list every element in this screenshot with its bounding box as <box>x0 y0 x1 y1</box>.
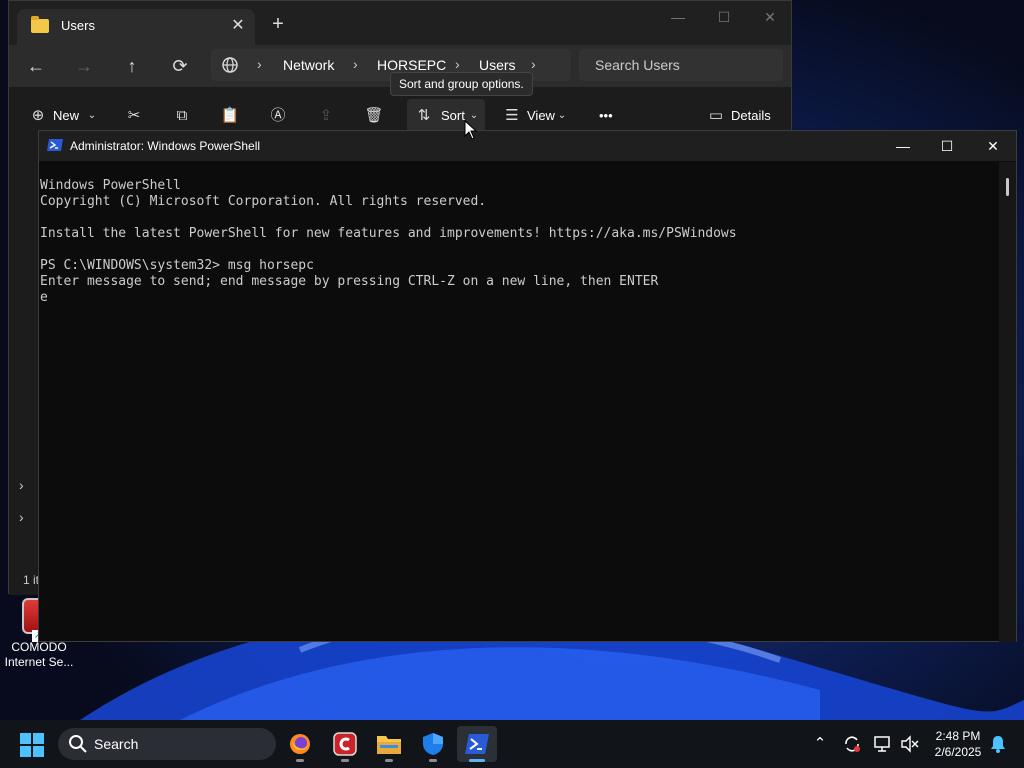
chevron-right-icon: › <box>455 56 460 72</box>
powershell-icon <box>465 734 489 754</box>
breadcrumb-users[interactable]: Users <box>479 57 516 73</box>
console-line: Copyright (C) Microsoft Corporation. All… <box>40 194 487 209</box>
rename-icon[interactable]: Ⓐ <box>267 105 289 127</box>
taskbar-powershell[interactable] <box>457 726 497 762</box>
explorer-close-button[interactable]: ✕ <box>747 7 793 27</box>
console-line: Windows PowerShell <box>40 178 181 193</box>
expand-chevron-icon[interactable]: › <box>19 477 24 493</box>
show-hidden-icons-chevron-icon[interactable]: ⌃ <box>810 734 830 754</box>
running-indicator <box>469 759 485 762</box>
running-indicator <box>296 759 304 762</box>
chevron-right-icon: › <box>353 56 358 72</box>
explorer-tab-bar: Users ✕ + — ☐ ✕ <box>9 1 791 45</box>
tab-title: Users <box>61 18 95 33</box>
network-globe-icon <box>222 57 238 73</box>
running-indicator <box>385 759 393 762</box>
powershell-icon <box>47 139 63 151</box>
running-indicator <box>429 759 437 762</box>
delete-icon[interactable]: 🗑 <box>363 105 385 127</box>
details-button[interactable]: Details <box>731 105 771 127</box>
breadcrumb-horsepc[interactable]: HORSEPC <box>377 57 446 73</box>
search-icon <box>69 735 87 753</box>
item-count-status: 1 it <box>23 573 40 587</box>
taskbar-firefox[interactable] <box>280 726 320 762</box>
expand-chevron-icon[interactable]: › <box>19 509 24 525</box>
explorer-maximize-button[interactable]: ☐ <box>701 7 747 27</box>
taskbar-comodo[interactable] <box>325 726 365 762</box>
breadcrumb-network[interactable]: Network <box>283 57 334 73</box>
console-line: Enter message to send; end message by pr… <box>40 274 659 289</box>
chevron-right-icon: › <box>257 56 262 72</box>
powershell-titlebar[interactable]: Administrator: Windows PowerShell — ☐ ✕ <box>39 131 1016 161</box>
explorer-tab-users[interactable]: Users ✕ <box>17 9 255 45</box>
sync-update-icon[interactable] <box>842 734 862 754</box>
desktop-icon-label: COMODO Internet Se... <box>4 640 74 669</box>
comodo-icon <box>333 732 357 756</box>
explorer-minimize-button[interactable]: — <box>655 7 701 27</box>
powershell-console[interactable]: Windows PowerShell Copyright (C) Microsof… <box>39 162 1001 642</box>
new-plus-icon: ⊕ <box>31 107 45 124</box>
copy-icon[interactable]: ⧉ <box>171 105 193 127</box>
taskbar-windows-security[interactable] <box>413 726 453 762</box>
clock-time: 2:48 PM <box>935 729 981 743</box>
view-lines-icon: ☰ <box>505 107 519 124</box>
chevron-down-icon: ⌄ <box>557 110 567 121</box>
folder-icon <box>31 16 49 33</box>
powershell-title: Administrator: Windows PowerShell <box>70 139 261 153</box>
windows-start-icon[interactable] <box>20 733 44 757</box>
cut-icon[interactable]: ✂ <box>123 105 145 127</box>
network-icon[interactable] <box>873 734 893 754</box>
volume-muted-icon[interactable] <box>900 734 920 754</box>
navigation-pane: › › <box>9 145 41 595</box>
search-placeholder: Search Users <box>595 57 680 73</box>
taskbar-file-explorer[interactable] <box>369 726 409 762</box>
running-indicator <box>341 759 349 762</box>
sort-label: Sort <box>441 108 465 123</box>
details-pane-icon: ▭ <box>708 107 724 124</box>
back-button[interactable]: ← <box>23 54 49 78</box>
taskbar-clock[interactable]: 2:48 PM 2/6/2025 <box>928 728 988 760</box>
scrollbar-thumb[interactable] <box>1006 178 1009 196</box>
console-line: PS C:\WINDOWS\system32> msg horsepc <box>40 258 314 273</box>
chevron-right-icon: › <box>531 56 536 72</box>
clock-date: 2/6/2025 <box>934 745 982 759</box>
forward-button[interactable]: → <box>71 54 97 78</box>
console-line: Install the latest PowerShell for new fe… <box>40 226 737 241</box>
powershell-maximize-button[interactable]: ☐ <box>924 135 970 157</box>
taskbar-search-label: Search <box>94 736 139 752</box>
more-options-button[interactable]: ••• <box>599 105 613 127</box>
new-tab-button[interactable]: + <box>267 13 289 35</box>
chevron-down-icon: ⌄ <box>87 110 97 121</box>
powershell-window[interactable]: Administrator: Windows PowerShell — ☐ ✕ … <box>38 130 1017 642</box>
mouse-cursor-icon <box>464 120 478 140</box>
file-explorer-icon <box>377 736 401 754</box>
refresh-button[interactable]: ⟳ <box>167 54 193 78</box>
sort-tooltip: Sort and group options. <box>390 72 533 96</box>
taskbar-search[interactable]: Search <box>58 728 276 760</box>
share-icon[interactable]: ⇪ <box>315 105 337 127</box>
windows-security-icon <box>423 733 443 755</box>
firefox-icon <box>290 734 310 754</box>
notification-bell-icon[interactable] <box>988 734 1008 754</box>
tab-close-button[interactable]: ✕ <box>227 15 249 37</box>
paste-icon[interactable]: 📋 <box>219 105 241 127</box>
up-button[interactable]: ↑ <box>119 54 145 78</box>
console-line: e <box>40 290 48 305</box>
console-scrollbar[interactable] <box>999 162 1016 642</box>
search-input[interactable]: Search Users <box>579 49 783 81</box>
new-button[interactable]: New <box>53 105 79 127</box>
taskbar: Search ⌃ 2:48 PM 2/6/2025 <box>0 720 1024 768</box>
sort-arrows-icon: ⇅ <box>417 107 431 124</box>
powershell-close-button[interactable]: ✕ <box>970 135 1016 157</box>
powershell-minimize-button[interactable]: — <box>880 135 926 157</box>
